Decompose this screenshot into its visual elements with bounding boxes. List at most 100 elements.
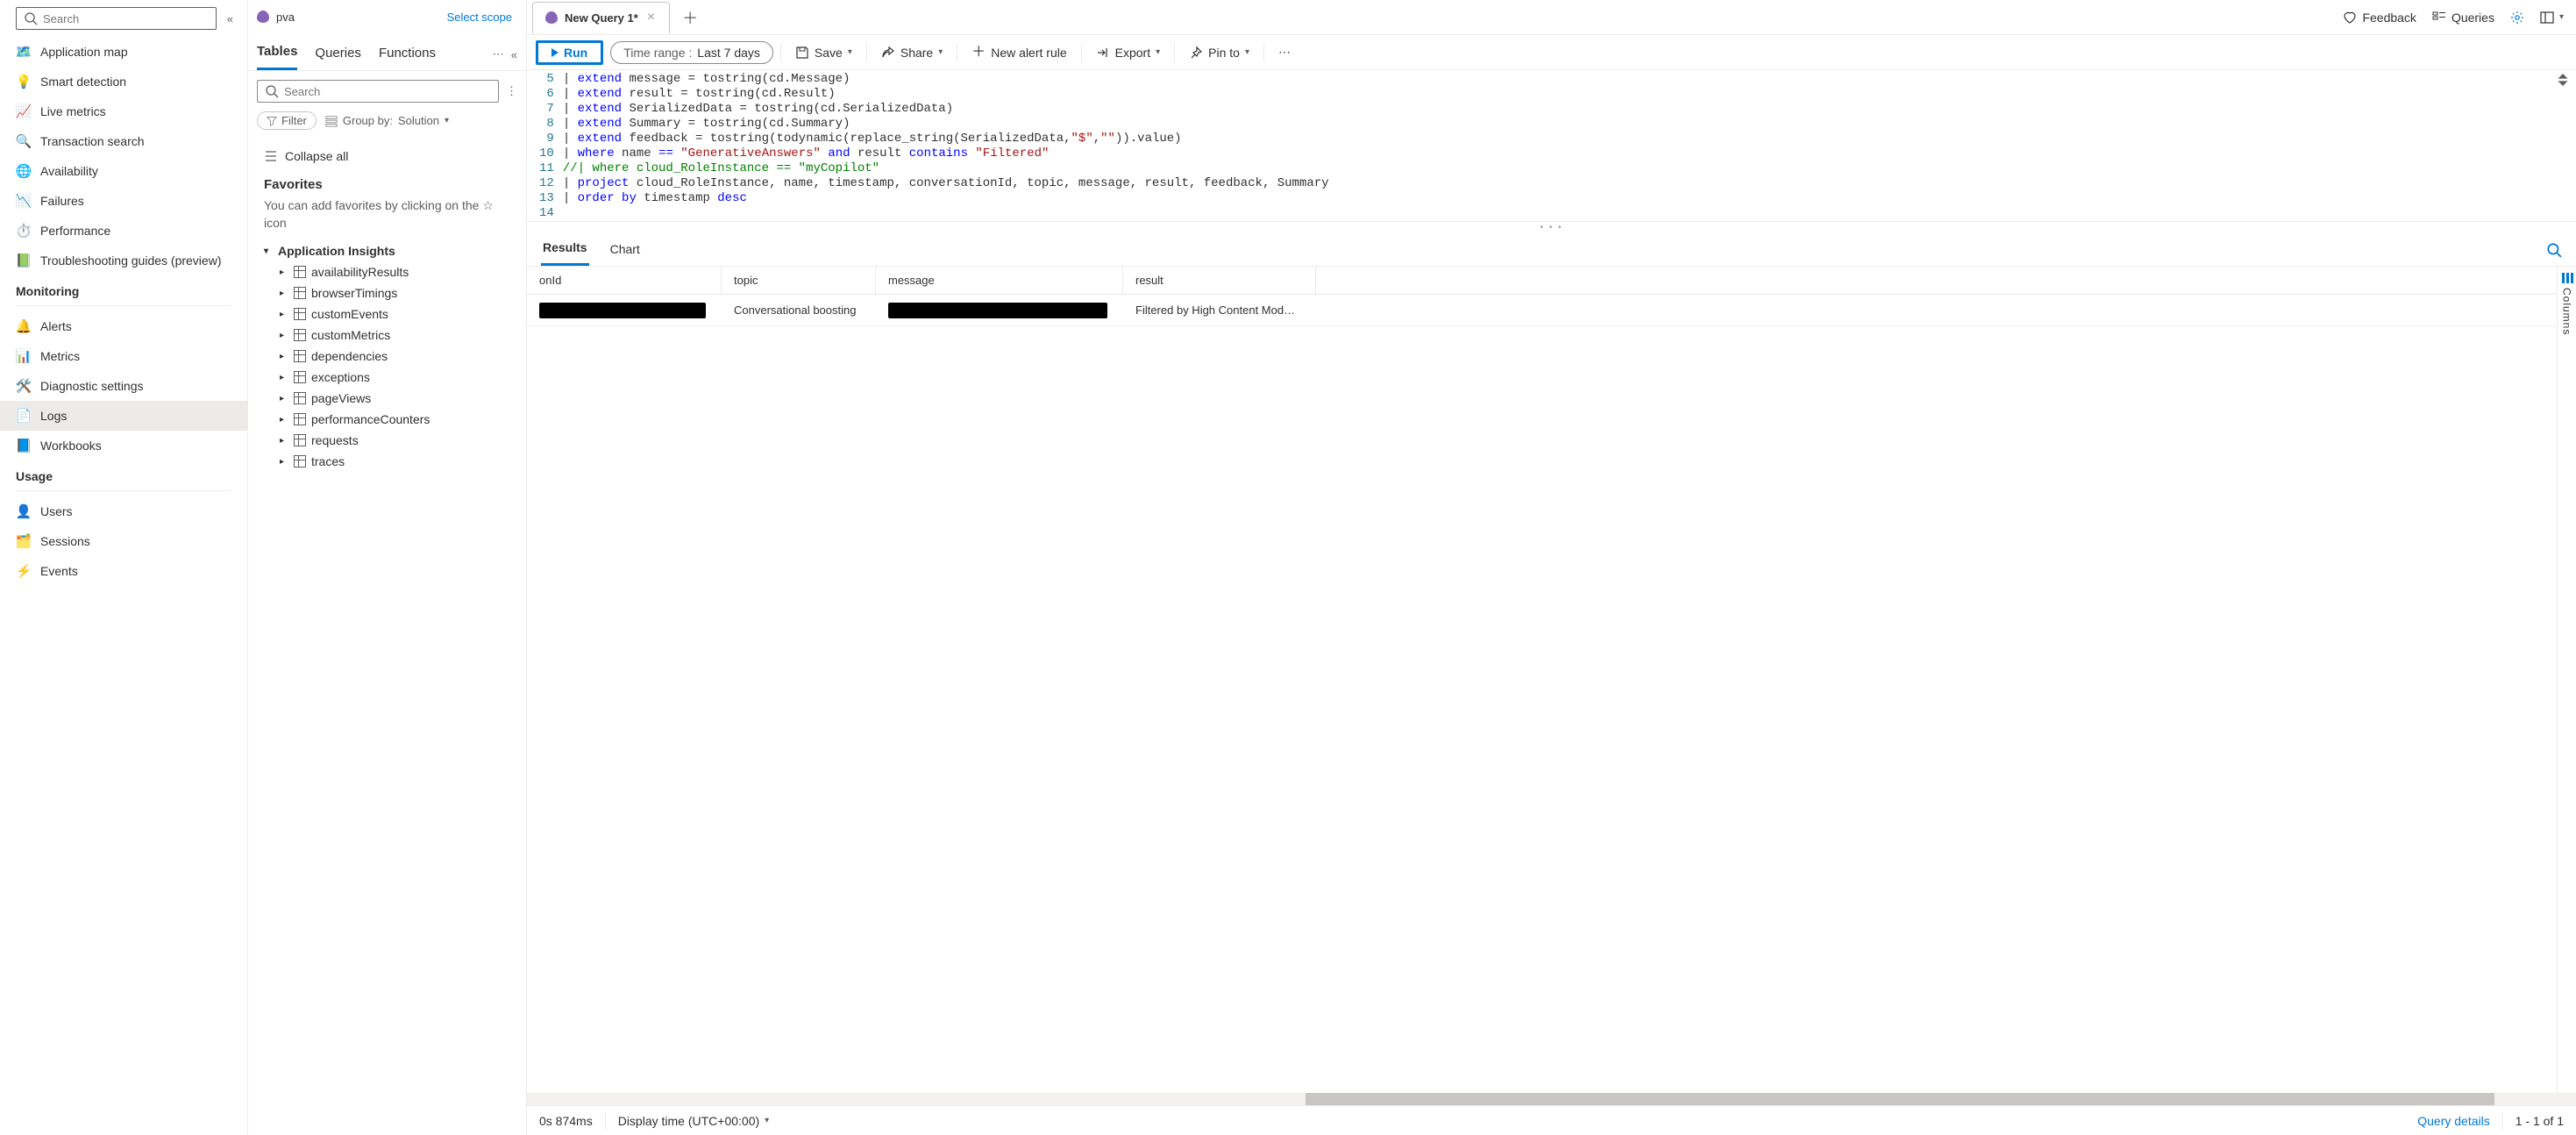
nav-item-troubleshooting-guides-preview-[interactable]: 📗Troubleshooting guides (preview) <box>0 246 247 275</box>
pin-label: Pin to <box>1208 46 1240 60</box>
resize-handle[interactable]: • • • <box>527 222 2576 233</box>
select-scope-link[interactable]: Select scope <box>447 11 512 24</box>
nav-item-logs[interactable]: 📄Logs <box>0 401 247 431</box>
nav-item-metrics[interactable]: 📊 Metrics <box>0 341 247 371</box>
nav-item-performance[interactable]: ⏱️Performance <box>0 216 247 246</box>
tree-table-customEvents[interactable]: ▸ customEvents <box>276 303 514 325</box>
query-editor[interactable]: 567891011121314 | extend message = tostr… <box>527 70 2576 222</box>
export-button[interactable]: Export ▾ <box>1089 42 1168 63</box>
results-search-icon[interactable] <box>2546 242 2562 258</box>
caret-right-icon: ▸ <box>280 268 288 277</box>
col-header-message[interactable]: message <box>876 267 1123 294</box>
tree-table-browserTimings[interactable]: ▸browserTimings <box>276 282 514 303</box>
schema-tab-functions[interactable]: Functions <box>379 40 436 69</box>
schema-more-icon[interactable]: ⋮ <box>506 84 517 98</box>
expand-editor-icon[interactable] <box>2557 74 2569 86</box>
schema-search[interactable] <box>257 80 499 103</box>
nav-item-diagnostic-settings[interactable]: 🛠️Diagnostic settings <box>0 371 247 401</box>
filter-button[interactable]: Filter <box>257 111 317 130</box>
editor-code[interactable]: | extend message = tostring(cd.Message)|… <box>563 72 2576 221</box>
tree-table-requests[interactable]: ▸requests <box>276 430 514 451</box>
toolbar-more-icon[interactable]: ⋯ <box>1271 41 1298 63</box>
tree-table-performanceCounters[interactable]: ▸performanceCounters <box>276 409 514 430</box>
queries-label: Queries <box>2451 11 2494 25</box>
caret-right-icon: ▸ <box>280 331 288 340</box>
query-details-link[interactable]: Query details <box>2417 1114 2489 1128</box>
col-header-result[interactable]: result <box>1123 267 1316 294</box>
table-row[interactable]: Conversational boosting Filtered by High… <box>527 295 2557 326</box>
settings-icon[interactable] <box>2510 11 2524 25</box>
feedback-button[interactable]: Feedback <box>2343 11 2416 25</box>
tree-table-customMetrics[interactable]: ▸customMetrics <box>276 325 514 346</box>
cell-result: Filtered by High Content Mod… <box>1123 303 1316 317</box>
nav-item-sessions[interactable]: 🗂️Sessions <box>0 526 247 556</box>
collapse-sidebar-icon[interactable]: « <box>224 9 237 29</box>
nav-item-events[interactable]: ⚡Events <box>0 556 247 586</box>
schema-search-input[interactable] <box>284 85 491 98</box>
display-time-dropdown[interactable]: Display time (UTC+00:00) ▾ <box>618 1114 769 1128</box>
schema-tab-tables[interactable]: Tables <box>257 39 297 70</box>
col-header-topic[interactable]: topic <box>722 267 876 294</box>
share-button[interactable]: Share ▾ <box>874 42 950 63</box>
nav-item-transaction-search[interactable]: 🔍Transaction search <box>0 126 247 156</box>
tree-label: traces <box>311 454 345 468</box>
results-grid[interactable]: onId topic message result Conversational… <box>527 267 2557 1093</box>
queries-button[interactable]: Queries <box>2432 11 2494 25</box>
horizontal-scrollbar[interactable] <box>527 1093 2576 1105</box>
results-tab-chart[interactable]: Chart <box>608 235 642 265</box>
nav-item-alerts[interactable]: 🔔Alerts <box>0 311 247 341</box>
nav-item-availability[interactable]: 🌐Availability <box>0 156 247 186</box>
nav-label: Alerts <box>40 319 72 333</box>
pin-button[interactable]: Pin to ▾ <box>1182 42 1256 63</box>
panel-layout-icon[interactable]: ▾ <box>2540 11 2564 25</box>
tree-root-application-insights[interactable]: ▾ Application Insights <box>260 240 514 261</box>
run-button[interactable]: Run <box>536 40 603 65</box>
caret-right-icon: ▸ <box>280 394 288 403</box>
tree-table-exceptions[interactable]: ▸exceptions <box>276 367 514 388</box>
nav-label: Metrics <box>40 349 80 363</box>
nav-item-failures[interactable]: 📉Failures <box>0 186 247 216</box>
close-tab-icon[interactable]: × <box>645 10 657 25</box>
nav-label: Troubleshooting guides (preview) <box>40 253 221 268</box>
sidebar-search-input[interactable] <box>43 12 209 25</box>
table-icon <box>294 455 306 468</box>
collapse-schema-icon[interactable]: « <box>511 48 517 61</box>
nav-item-users[interactable]: 👤Users <box>0 496 247 526</box>
sidebar-search[interactable] <box>16 7 217 30</box>
nav-item-application-map[interactable]: 🗺️Application map <box>0 37 247 67</box>
share-label: Share <box>900 46 933 60</box>
tree-label: availabilityResults <box>311 265 409 279</box>
time-range-picker[interactable]: Time range : Last 7 days <box>610 41 773 64</box>
new-alert-button[interactable]: ＋ New alert rule <box>964 42 1073 63</box>
nav-icon: 🌐 <box>16 163 32 179</box>
tree-table-traces[interactable]: ▸traces <box>276 451 514 472</box>
tree-table-pageViews[interactable]: ▸pageViews <box>276 388 514 409</box>
groupby-dropdown[interactable]: Group by: Solution ▾ <box>325 114 449 127</box>
schema-tab-queries[interactable]: Queries <box>315 40 361 69</box>
export-label: Export <box>1115 46 1150 60</box>
results-tab-results[interactable]: Results <box>541 233 589 266</box>
tree-label: exceptions <box>311 370 370 384</box>
nav-item-workbooks[interactable]: 📘Workbooks <box>0 431 247 460</box>
query-tab-active[interactable]: New Query 1* × <box>532 2 670 33</box>
nav-item-smart-detection[interactable]: 💡Smart detection <box>0 67 247 96</box>
new-tab-button[interactable]: ＋ <box>673 1 707 34</box>
columns-rail[interactable]: Columns <box>2557 267 2576 1093</box>
nav-item-live-metrics[interactable]: 📈Live metrics <box>0 96 247 126</box>
save-button[interactable]: Save ▾ <box>788 42 859 63</box>
nav-label: Performance <box>40 224 110 238</box>
caret-right-icon: ▸ <box>280 310 288 319</box>
tree-label: customEvents <box>311 307 388 321</box>
new-alert-label: New alert rule <box>991 46 1066 60</box>
table-icon <box>294 329 306 341</box>
collapse-all-label: Collapse all <box>285 149 348 163</box>
chevron-down-icon: ▾ <box>1156 47 1160 57</box>
more-icon[interactable]: ⋯ <box>493 47 504 61</box>
nav-section-usage: Usage <box>0 460 247 489</box>
col-header-onid[interactable]: onId <box>527 267 722 294</box>
table-icon <box>294 413 306 425</box>
tree-table-availabilityResults[interactable]: ▸ availabilityResults <box>276 261 514 282</box>
collapse-all-button[interactable]: Collapse all <box>260 144 514 168</box>
tree-table-dependencies[interactable]: ▸dependencies <box>276 346 514 367</box>
nav-icon: 📊 <box>16 348 32 364</box>
